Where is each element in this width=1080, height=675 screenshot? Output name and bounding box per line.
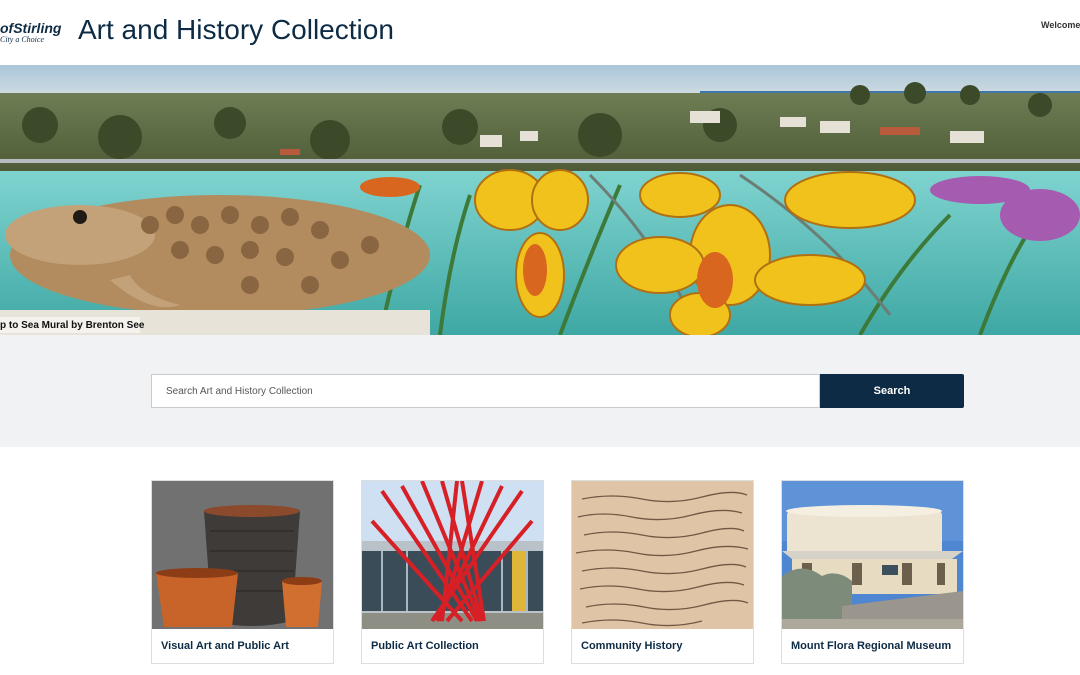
card-label: Visual Art and Public Art <box>161 640 289 652</box>
ceramic-pots-image <box>152 481 333 629</box>
hero-caption: p to Sea Mural by Brenton See <box>0 320 145 331</box>
search-button[interactable]: Search <box>820 374 964 408</box>
category-card-mount-flora-museum[interactable]: Mount Flora Regional Museum <box>781 480 964 664</box>
search-input[interactable] <box>151 374 820 408</box>
card-label: Public Art Collection <box>371 640 479 652</box>
logo-text: ofStirling <box>0 20 62 36</box>
logo-tagline: City a Choice <box>0 35 44 44</box>
page-title: Art and History Collection <box>78 14 394 45</box>
mural-image <box>0 65 1080 335</box>
category-card-visual-art[interactable]: Visual Art and Public Art <box>151 480 334 664</box>
welcome-user-link[interactable]: Welcome G <box>1041 20 1080 30</box>
card-label: Mount Flora Regional Museum <box>791 640 952 652</box>
city-logo[interactable]: ofStirling City a Choice <box>0 20 62 46</box>
handwritten-ledger-image <box>572 481 753 629</box>
museum-building-image <box>782 481 963 629</box>
category-card-community-history[interactable]: Community History <box>571 480 754 664</box>
hero-banner: p to Sea Mural by Brenton See <box>0 65 1080 335</box>
search-section: Search <box>0 335 1080 447</box>
red-sculpture-image <box>362 481 543 629</box>
site-header: ofStirling City a Choice Art and History… <box>0 0 1080 65</box>
category-card-public-art[interactable]: Public Art Collection <box>361 480 544 664</box>
card-label: Community History <box>581 640 683 652</box>
